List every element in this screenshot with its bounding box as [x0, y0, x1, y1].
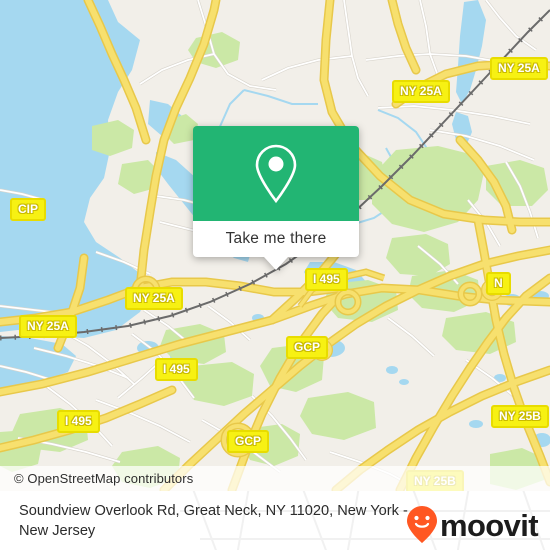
road-shield-ny25a-west: NY 25A	[19, 315, 77, 338]
road-shield-gcp-upper: GCP	[286, 336, 329, 359]
map-location-popup[interactable]: Take me there	[193, 126, 359, 270]
road-shield-ny25b-east: NY 25B	[491, 405, 549, 428]
moovit-wordmark: moovit	[439, 507, 539, 543]
moovit-map-screenshot: CIP NY 25A NY 25A NY 25A NY 25A I 495 N …	[0, 0, 550, 550]
map-pin-icon	[255, 144, 297, 203]
map-attribution-bar: © OpenStreetMap contributors	[0, 466, 550, 491]
popup-arrow-tip	[264, 257, 288, 270]
map-canvas[interactable]: CIP NY 25A NY 25A NY 25A NY 25A I 495 N …	[0, 0, 550, 491]
moovit-logo[interactable]: moovit	[405, 505, 539, 545]
road-shield-i495-west: I 495	[57, 410, 100, 433]
road-shield-i495-center: I 495	[305, 268, 348, 291]
road-shield-cip: CIP	[10, 198, 47, 221]
road-shield-ny25a-north: NY 25A	[392, 80, 450, 103]
road-shield-ny25a-northeast: NY 25A	[490, 57, 548, 80]
popup-footer[interactable]: Take me there	[193, 221, 359, 257]
popup-header	[193, 126, 359, 221]
location-caption: Soundview Overlook Rd, Great Neck, NY 11…	[19, 502, 408, 539]
footer-bar: Soundview Overlook Rd, Great Neck, NY 11…	[0, 491, 550, 550]
road-shield-n: N	[486, 272, 511, 295]
road-shield-gcp-lower: GCP	[227, 430, 270, 453]
take-me-there-label: Take me there	[225, 230, 327, 247]
road-shield-ny25a-center: NY 25A	[125, 287, 183, 310]
moovit-smiley-pin-icon	[406, 506, 437, 543]
map-attribution-text: © OpenStreetMap contributors	[14, 471, 194, 486]
road-shield-i495-mid: I 495	[155, 358, 198, 381]
